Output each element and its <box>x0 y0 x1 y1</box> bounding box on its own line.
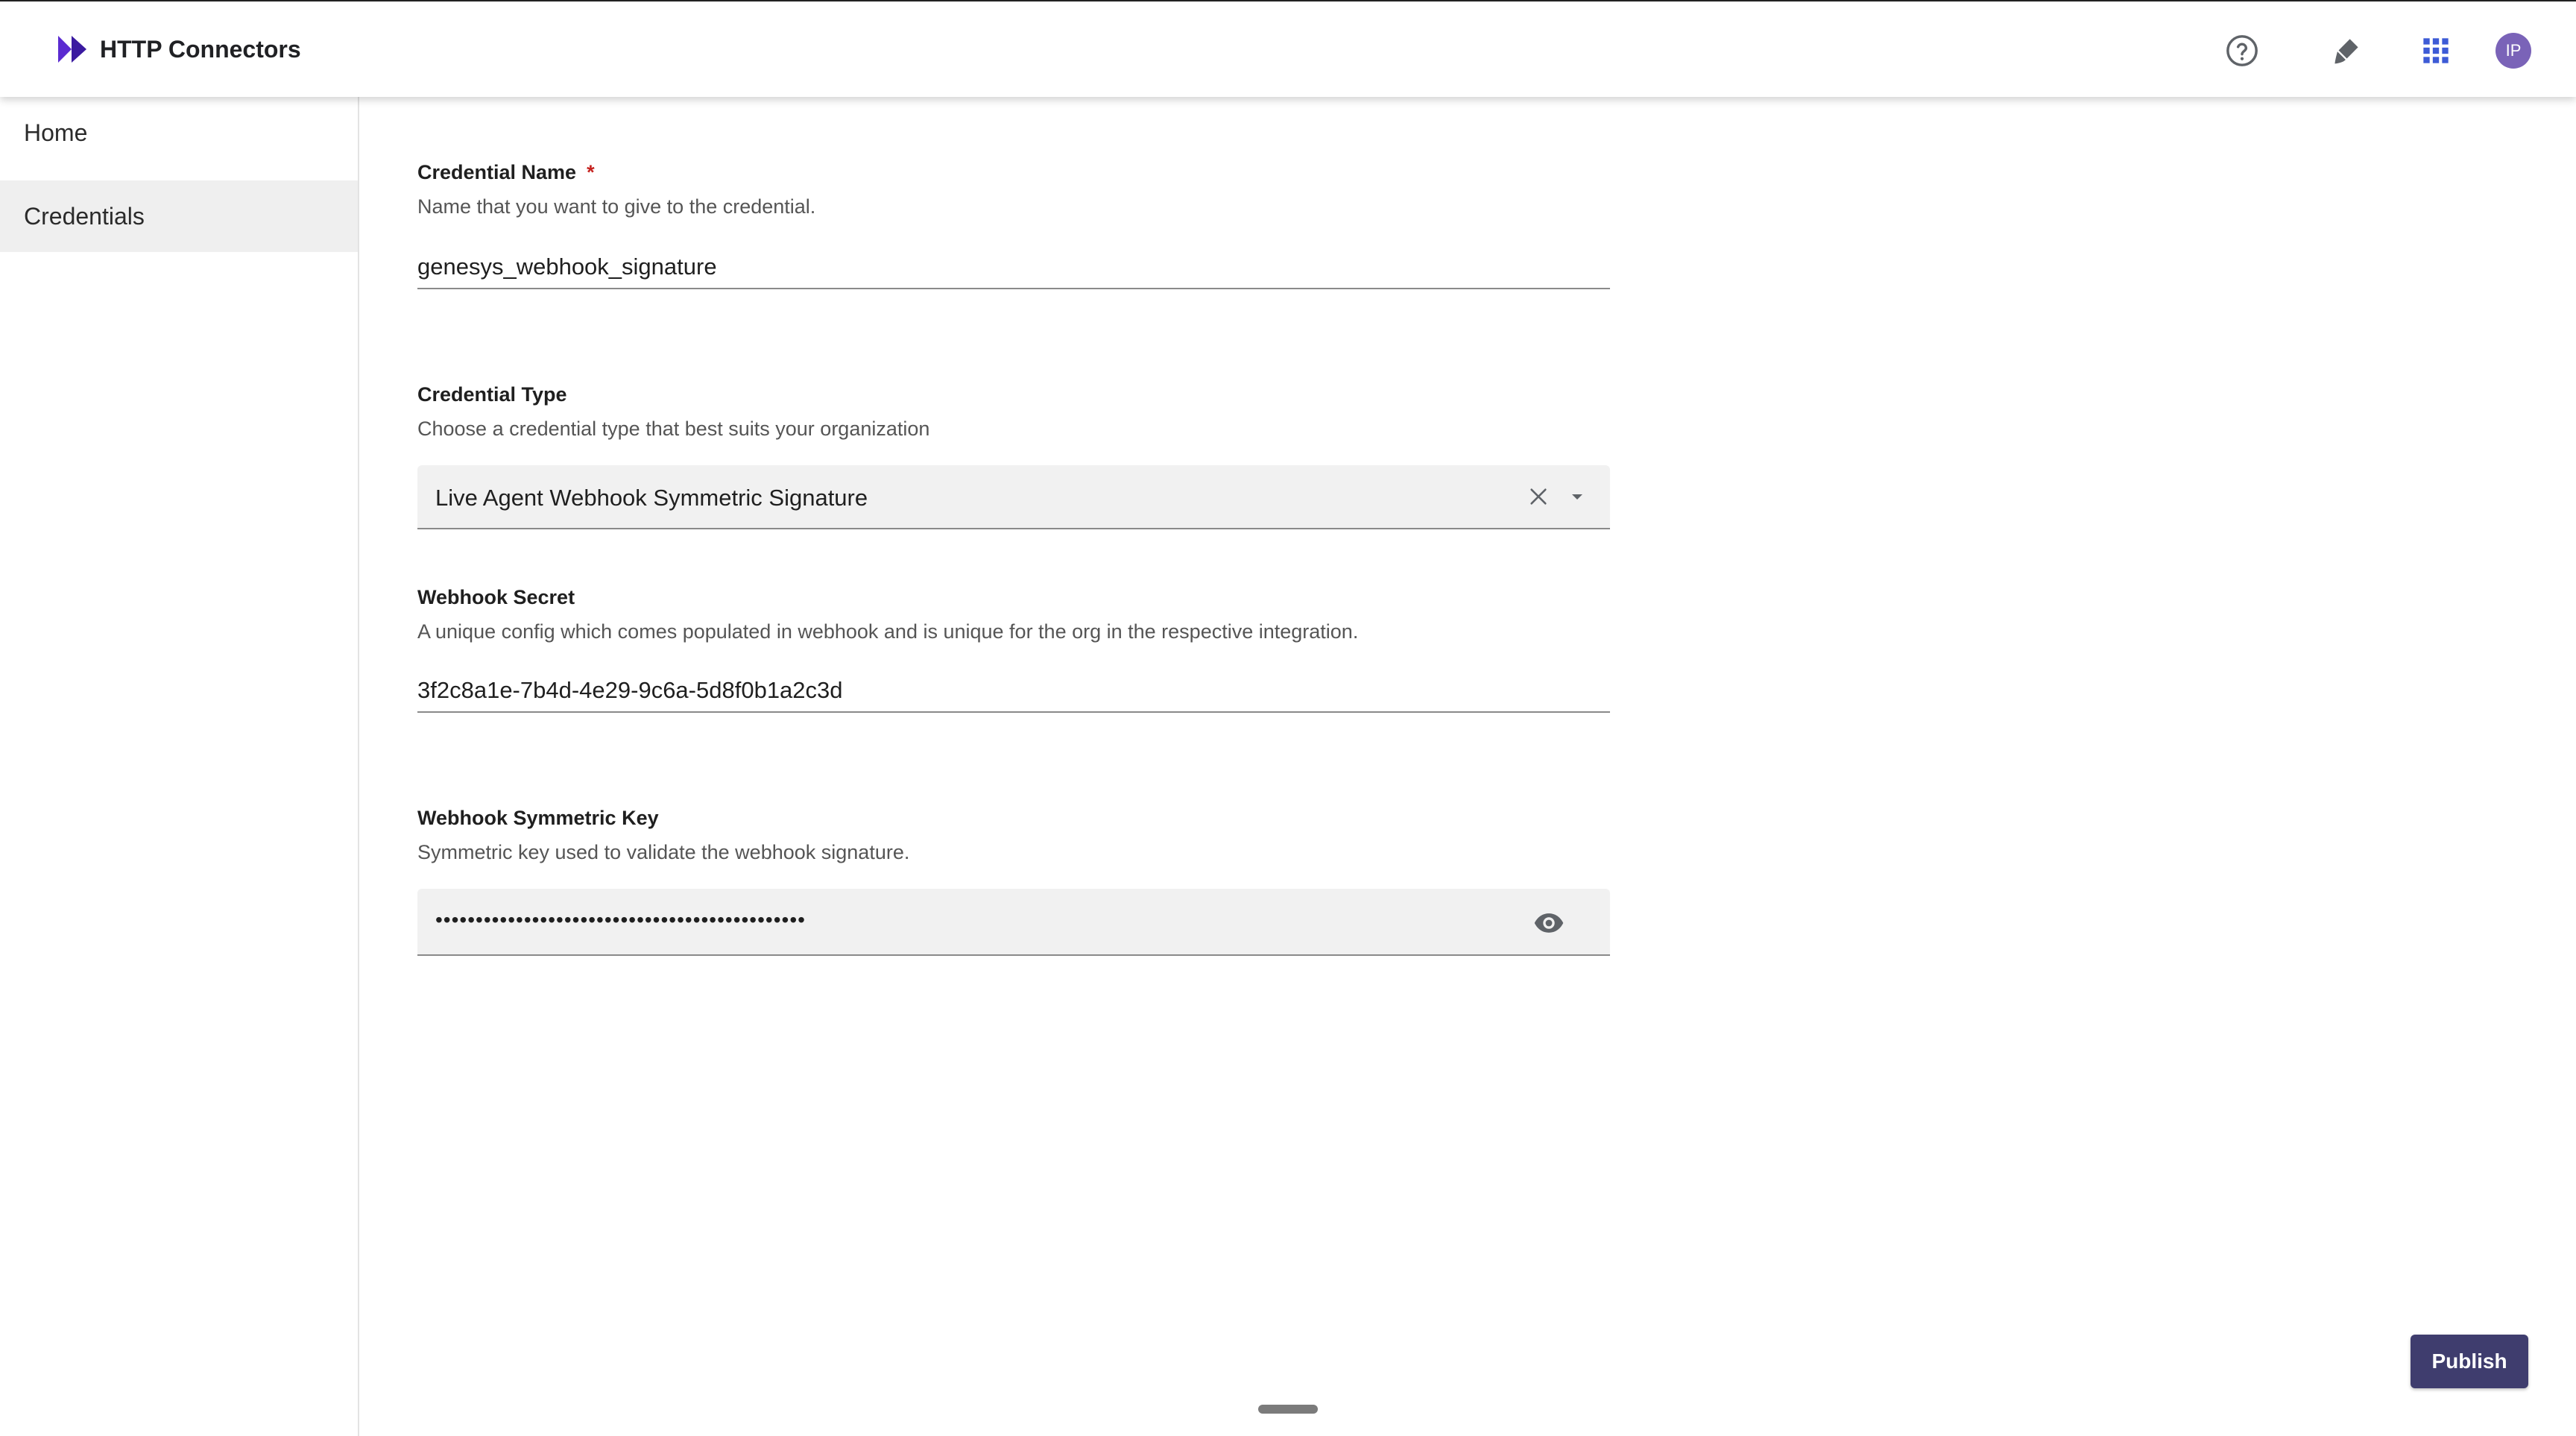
help-icon[interactable] <box>2223 31 2261 70</box>
credential-type-help: Choose a credential type that best suits… <box>417 418 930 440</box>
paint-brush-icon[interactable] <box>2327 31 2366 70</box>
chevron-down-icon[interactable] <box>1562 482 1592 511</box>
webhook-secret-label: Webhook Secret <box>417 586 575 608</box>
clear-selection-icon[interactable] <box>1524 482 1553 511</box>
credential-type-select[interactable]: Live Agent Webhook Symmetric Signature <box>417 465 1610 529</box>
webhook-secret-input[interactable]: 3f2c8a1e-7b4d-4e29-9c6a-5d8f0b1a2c3d <box>417 668 1610 713</box>
app-title: HTTP Connectors <box>100 36 301 63</box>
apps-grid-icon[interactable] <box>2416 31 2455 70</box>
sidebar-nav: Home Credentials <box>0 97 359 1436</box>
masked-key-value: ••••••••••••••••••••••••••••••••••••••••… <box>435 908 806 931</box>
credential-name-label: Credential Name * <box>417 161 595 184</box>
webhook-symmetric-key-input[interactable]: ••••••••••••••••••••••••••••••••••••••••… <box>417 889 1610 956</box>
resize-drag-handle[interactable] <box>1258 1405 1318 1414</box>
publish-button[interactable]: Publish <box>2411 1335 2528 1388</box>
credential-name-input[interactable]: genesys_webhook_signature <box>417 245 1610 289</box>
credential-name-label-text: Credential Name <box>417 161 577 183</box>
connector-logo-icon <box>58 36 86 63</box>
credential-type-value: Live Agent Webhook Symmetric Signature <box>435 485 868 511</box>
webhook-secret-help: A unique config which comes populated in… <box>417 620 1359 643</box>
top-app-bar: HTTP Connectors IP <box>0 0 2576 97</box>
credential-name-help: Name that you want to give to the creden… <box>417 195 816 218</box>
user-avatar[interactable]: IP <box>2496 33 2531 69</box>
sidebar-item-credentials[interactable]: Credentials <box>0 180 358 252</box>
webhook-symmetric-key-help: Symmetric key used to validate the webho… <box>417 841 910 863</box>
required-asterisk: * <box>587 161 595 183</box>
show-password-eye-icon[interactable] <box>1530 904 1568 942</box>
sidebar-item-home[interactable]: Home <box>0 97 358 169</box>
credential-type-label: Credential Type <box>417 383 567 406</box>
webhook-symmetric-key-label: Webhook Symmetric Key <box>417 807 659 829</box>
